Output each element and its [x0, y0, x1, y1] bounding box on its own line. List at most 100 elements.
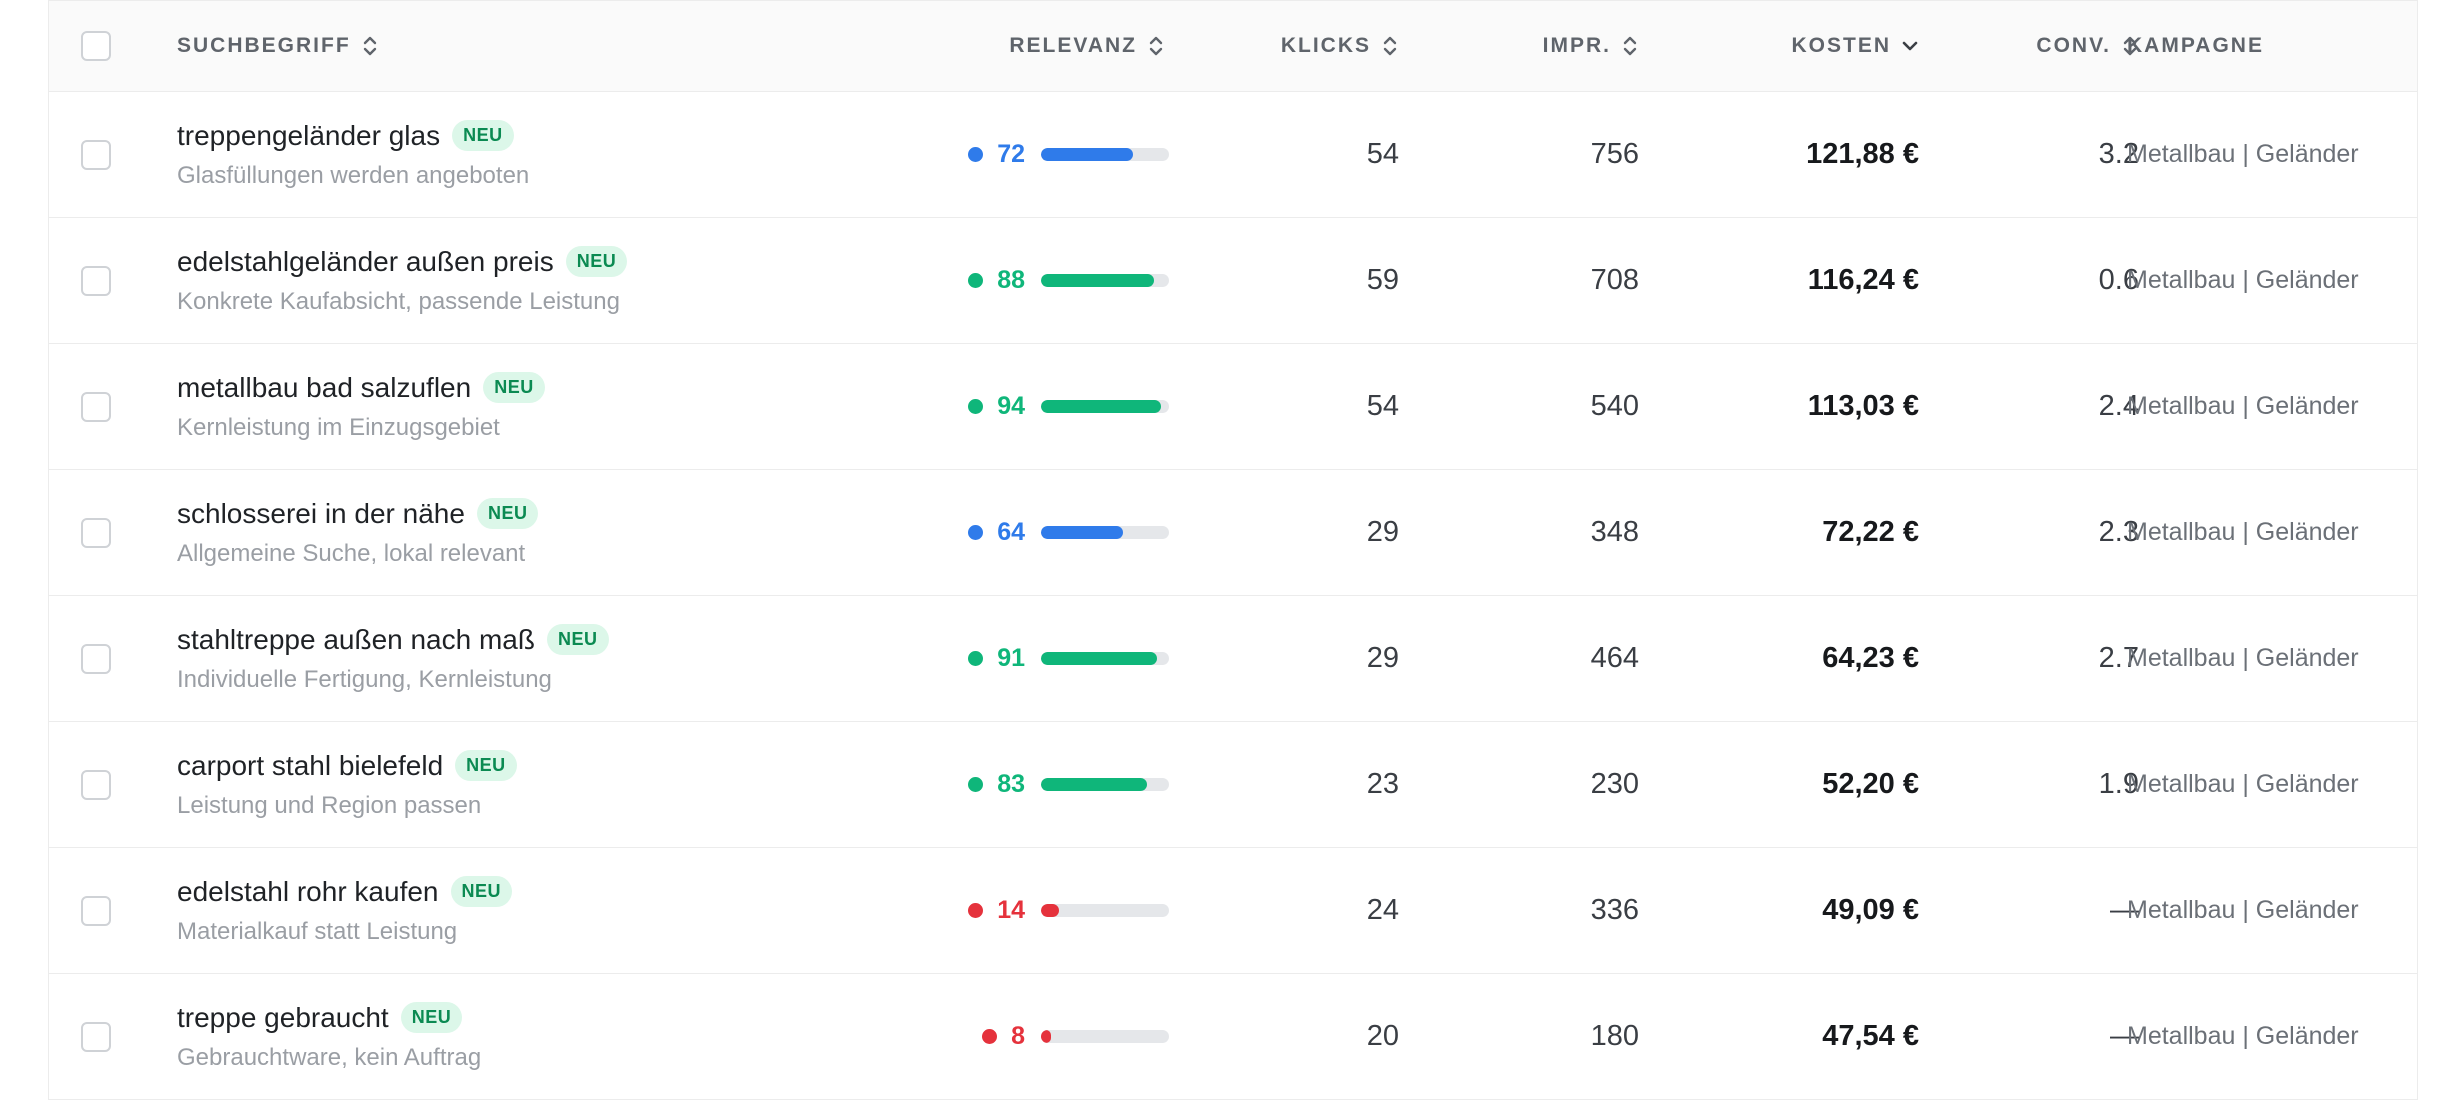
row-select-cell: [81, 470, 121, 595]
relevance-cell: 88: [869, 218, 1179, 343]
relevance-status-dot-icon: [968, 651, 984, 666]
cost-value: 49,09 €: [1822, 894, 1919, 926]
campaign-value[interactable]: Metallbau | Geländer: [2127, 770, 2359, 799]
table-row[interactable]: schlosserei in der nähe NEU Allgemeine S…: [49, 470, 2417, 596]
table-row[interactable]: treppe gebraucht NEU Gebrauchtware, kein…: [49, 974, 2417, 1100]
relevance-bar-fill: [1041, 778, 1148, 791]
clicks-cell: 54: [1229, 92, 1399, 217]
term-note: Leistung und Region passen: [177, 791, 482, 819]
campaign-cell: Metallbau | Geländer: [2079, 470, 2409, 595]
cost-value: 116,24 €: [1807, 264, 1919, 296]
impressions-cell: 708: [1439, 218, 1639, 343]
relevance-bar-fill: [1041, 400, 1162, 413]
term-line: stahltreppe außen nach maß NEU: [177, 624, 609, 656]
row-checkbox[interactable]: [81, 139, 111, 170]
term-note: Konkrete Kaufabsicht, passende Leistung: [177, 287, 620, 315]
sort-updown-icon[interactable]: [1621, 33, 1639, 59]
campaign-value[interactable]: Metallbau | Geländer: [2127, 1022, 2359, 1051]
sort-updown-icon[interactable]: [361, 33, 379, 59]
select-all-checkbox[interactable]: [81, 31, 111, 61]
term-line: edelstahl rohr kaufen NEU: [177, 876, 513, 908]
clicks-cell: 29: [1229, 470, 1399, 595]
relevance-bar-fill: [1041, 274, 1154, 287]
clicks-cell: 59: [1229, 218, 1399, 343]
header-cost[interactable]: KOSTEN: [1669, 1, 1919, 91]
search-term[interactable]: stahltreppe außen nach maß: [177, 624, 535, 656]
select-all-cell: [81, 1, 121, 91]
campaign-value[interactable]: Metallbau | Geländer: [2127, 392, 2359, 421]
row-checkbox[interactable]: [81, 391, 111, 422]
term-wrap: stahltreppe außen nach maß NEU Individue…: [177, 624, 609, 694]
header-clicks-label: KLICKS: [1280, 34, 1371, 57]
relevance-status-dot-icon: [968, 147, 984, 162]
table-row[interactable]: stahltreppe außen nach maß NEU Individue…: [49, 596, 2417, 722]
term-cell: edelstahl rohr kaufen NEU Materialkauf s…: [177, 848, 877, 973]
table-row[interactable]: metallbau bad salzuflen NEU Kernleistung…: [49, 344, 2417, 470]
cost-value: 121,88 €: [1806, 138, 1919, 170]
clicks-value: 24: [1366, 894, 1399, 926]
search-term[interactable]: edelstahlgeländer außen preis: [177, 246, 554, 278]
relevance-bar-fill: [1041, 904, 1059, 917]
header-relevance[interactable]: RELEVANZ: [869, 1, 1179, 91]
row-checkbox[interactable]: [81, 769, 111, 800]
campaign-value[interactable]: Metallbau | Geländer: [2127, 896, 2359, 925]
cost-value: 52,20 €: [1822, 768, 1919, 800]
term-cell: treppengeländer glas NEU Glasfüllungen w…: [177, 92, 877, 217]
campaign-cell: Metallbau | Geländer: [2079, 218, 2409, 343]
header-term[interactable]: SUCHBEGRIFF: [177, 1, 877, 91]
term-cell: treppe gebraucht NEU Gebrauchtware, kein…: [177, 974, 877, 1099]
clicks-value: 59: [1366, 264, 1399, 296]
header-relevance-label: RELEVANZ: [1009, 34, 1137, 57]
cost-cell: 52,20 €: [1669, 722, 1919, 847]
impressions-value: 348: [1590, 516, 1639, 548]
table-row[interactable]: edelstahlgeländer außen preis NEU Konkre…: [49, 218, 2417, 344]
row-checkbox[interactable]: [81, 517, 111, 548]
relevance-value: 72: [997, 140, 1025, 168]
relevance-value: 88: [997, 266, 1025, 294]
term-line: edelstahlgeländer außen preis NEU: [177, 246, 628, 278]
term-note: Gebrauchtware, kein Auftrag: [177, 1043, 482, 1071]
header-impressions[interactable]: IMPR.: [1439, 1, 1639, 91]
cost-value: 72,22 €: [1822, 516, 1919, 548]
campaign-value[interactable]: Metallbau | Geländer: [2127, 644, 2359, 673]
term-cell: edelstahlgeländer außen preis NEU Konkre…: [177, 218, 877, 343]
impressions-cell: 756: [1439, 92, 1639, 217]
cost-cell: 64,23 €: [1669, 596, 1919, 721]
clicks-value: 29: [1366, 642, 1399, 674]
header-campaign-label: KAMPAGNE: [2127, 34, 2264, 57]
table-row[interactable]: edelstahl rohr kaufen NEU Materialkauf s…: [49, 848, 2417, 974]
table-row[interactable]: treppengeländer glas NEU Glasfüllungen w…: [49, 92, 2417, 218]
search-term[interactable]: metallbau bad salzuflen: [177, 372, 471, 404]
search-term[interactable]: carport stahl bielefeld: [177, 750, 443, 782]
new-badge: NEU: [452, 120, 514, 151]
campaign-cell: Metallbau | Geländer: [2079, 848, 2409, 973]
row-checkbox[interactable]: [81, 1021, 111, 1052]
row-checkbox[interactable]: [81, 895, 111, 926]
term-cell: metallbau bad salzuflen NEU Kernleistung…: [177, 344, 877, 469]
relevance-bar: [1041, 904, 1169, 917]
relevance-cell: 91: [869, 596, 1179, 721]
relevance-bar: [1041, 652, 1169, 665]
search-term[interactable]: schlosserei in der nähe: [177, 498, 465, 530]
search-term[interactable]: treppengeländer glas: [177, 120, 440, 152]
sort-descending-chevron-icon[interactable]: [1901, 33, 1919, 59]
cost-cell: 49,09 €: [1669, 848, 1919, 973]
clicks-cell: 54: [1229, 344, 1399, 469]
search-term[interactable]: edelstahl rohr kaufen: [177, 876, 439, 908]
term-cell: stahltreppe außen nach maß NEU Individue…: [177, 596, 877, 721]
sort-updown-icon[interactable]: [1381, 33, 1399, 59]
impressions-value: 540: [1590, 390, 1639, 422]
campaign-value[interactable]: Metallbau | Geländer: [2127, 518, 2359, 547]
table-row[interactable]: carport stahl bielefeld NEU Leistung und…: [49, 722, 2417, 848]
cost-value: 113,03 €: [1807, 390, 1919, 422]
campaign-cell: Metallbau | Geländer: [2079, 344, 2409, 469]
row-checkbox[interactable]: [81, 643, 111, 674]
search-term[interactable]: treppe gebraucht: [177, 1002, 389, 1034]
relevance-bar: [1041, 148, 1169, 161]
term-line: metallbau bad salzuflen NEU: [177, 372, 545, 404]
campaign-value[interactable]: Metallbau | Geländer: [2127, 266, 2359, 295]
campaign-value[interactable]: Metallbau | Geländer: [2127, 140, 2359, 169]
sort-updown-icon[interactable]: [1147, 33, 1165, 59]
row-checkbox[interactable]: [81, 265, 111, 296]
header-clicks[interactable]: KLICKS: [1229, 1, 1399, 91]
